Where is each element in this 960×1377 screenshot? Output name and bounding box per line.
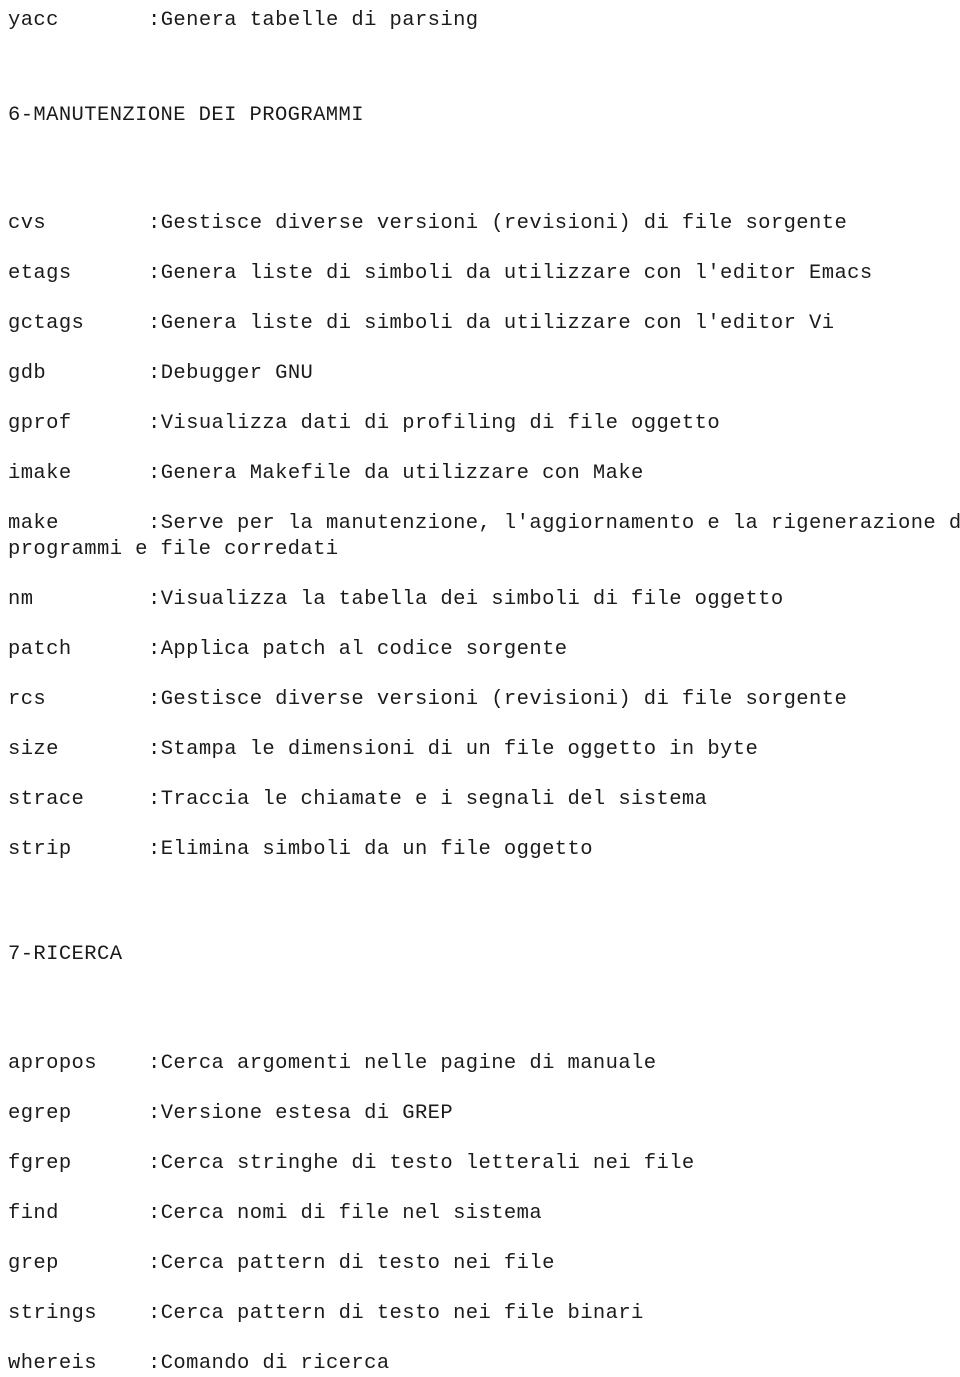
command-name: make <box>8 512 59 535</box>
command-description: :Traccia le chiamate e i segnali del sis… <box>148 788 708 811</box>
command-name: imake <box>8 462 72 485</box>
command-description: :Cerca argomenti nelle pagine di manuale <box>148 1052 657 1075</box>
command-name: size <box>8 738 59 761</box>
command-name: strip <box>8 838 72 861</box>
command-name: patch <box>8 638 72 661</box>
command-name: gctags <box>8 312 85 335</box>
section-heading-manutenzione: 6-MANUTENZIONE DEI PROGRAMMI <box>8 104 364 127</box>
command-description-continuation: programmi e file corredati <box>8 538 339 561</box>
command-name: rcs <box>8 688 47 711</box>
command-description: :Stampa le dimensioni di un file oggetto… <box>148 738 759 761</box>
command-name: whereis <box>8 1352 97 1375</box>
command-name: gprof <box>8 412 72 435</box>
command-description: :Cerca nomi di file nel sistema <box>148 1202 543 1225</box>
section-heading-ricerca: 7-RICERCA <box>8 943 123 966</box>
command-name: cvs <box>8 212 47 235</box>
command-name: strings <box>8 1302 97 1325</box>
command-name: nm <box>8 588 34 611</box>
command-description: :Elimina simboli da un file oggetto <box>148 838 593 861</box>
command-name: gdb <box>8 362 47 385</box>
command-name: apropos <box>8 1052 97 1075</box>
command-description: :Debugger GNU <box>148 362 314 385</box>
command-description: :Gestisce diverse versioni (revisioni) d… <box>148 212 848 235</box>
command-name: fgrep <box>8 1152 72 1175</box>
command-description: :Genera Makefile da utilizzare con Make <box>148 462 644 485</box>
command-description: :Gestisce diverse versioni (revisioni) d… <box>148 688 848 711</box>
command-name: strace <box>8 788 85 811</box>
command-name: egrep <box>8 1102 72 1125</box>
command-description: :Genera liste di simboli da utilizzare c… <box>148 262 873 285</box>
command-description: :Genera liste di simboli da utilizzare c… <box>148 312 835 335</box>
command-name: etags <box>8 262 72 285</box>
command-description: :Applica patch al codice sorgente <box>148 638 568 661</box>
command-description: :Comando di ricerca <box>148 1352 390 1375</box>
command-description: :Versione estesa di GREP <box>148 1102 454 1125</box>
command-description: :Visualizza dati di profiling di file og… <box>148 412 721 435</box>
document-page: yacc :Genera tabelle di parsing 6-MANUTE… <box>0 0 960 1375</box>
command-name: find <box>8 1202 59 1225</box>
command-description: :Serve per la manutenzione, l'aggiorname… <box>148 512 960 535</box>
command-name: grep <box>8 1252 59 1275</box>
orphan-entry-name: yacc <box>8 9 59 32</box>
command-description: :Cerca pattern di testo nei file <box>148 1252 555 1275</box>
command-description: :Cerca stringhe di testo letterali nei f… <box>148 1152 695 1175</box>
command-description: :Visualizza la tabella dei simboli di fi… <box>148 588 784 611</box>
command-description: :Cerca pattern di testo nei file binari <box>148 1302 644 1325</box>
orphan-entry-description: :Genera tabelle di parsing <box>148 9 479 32</box>
